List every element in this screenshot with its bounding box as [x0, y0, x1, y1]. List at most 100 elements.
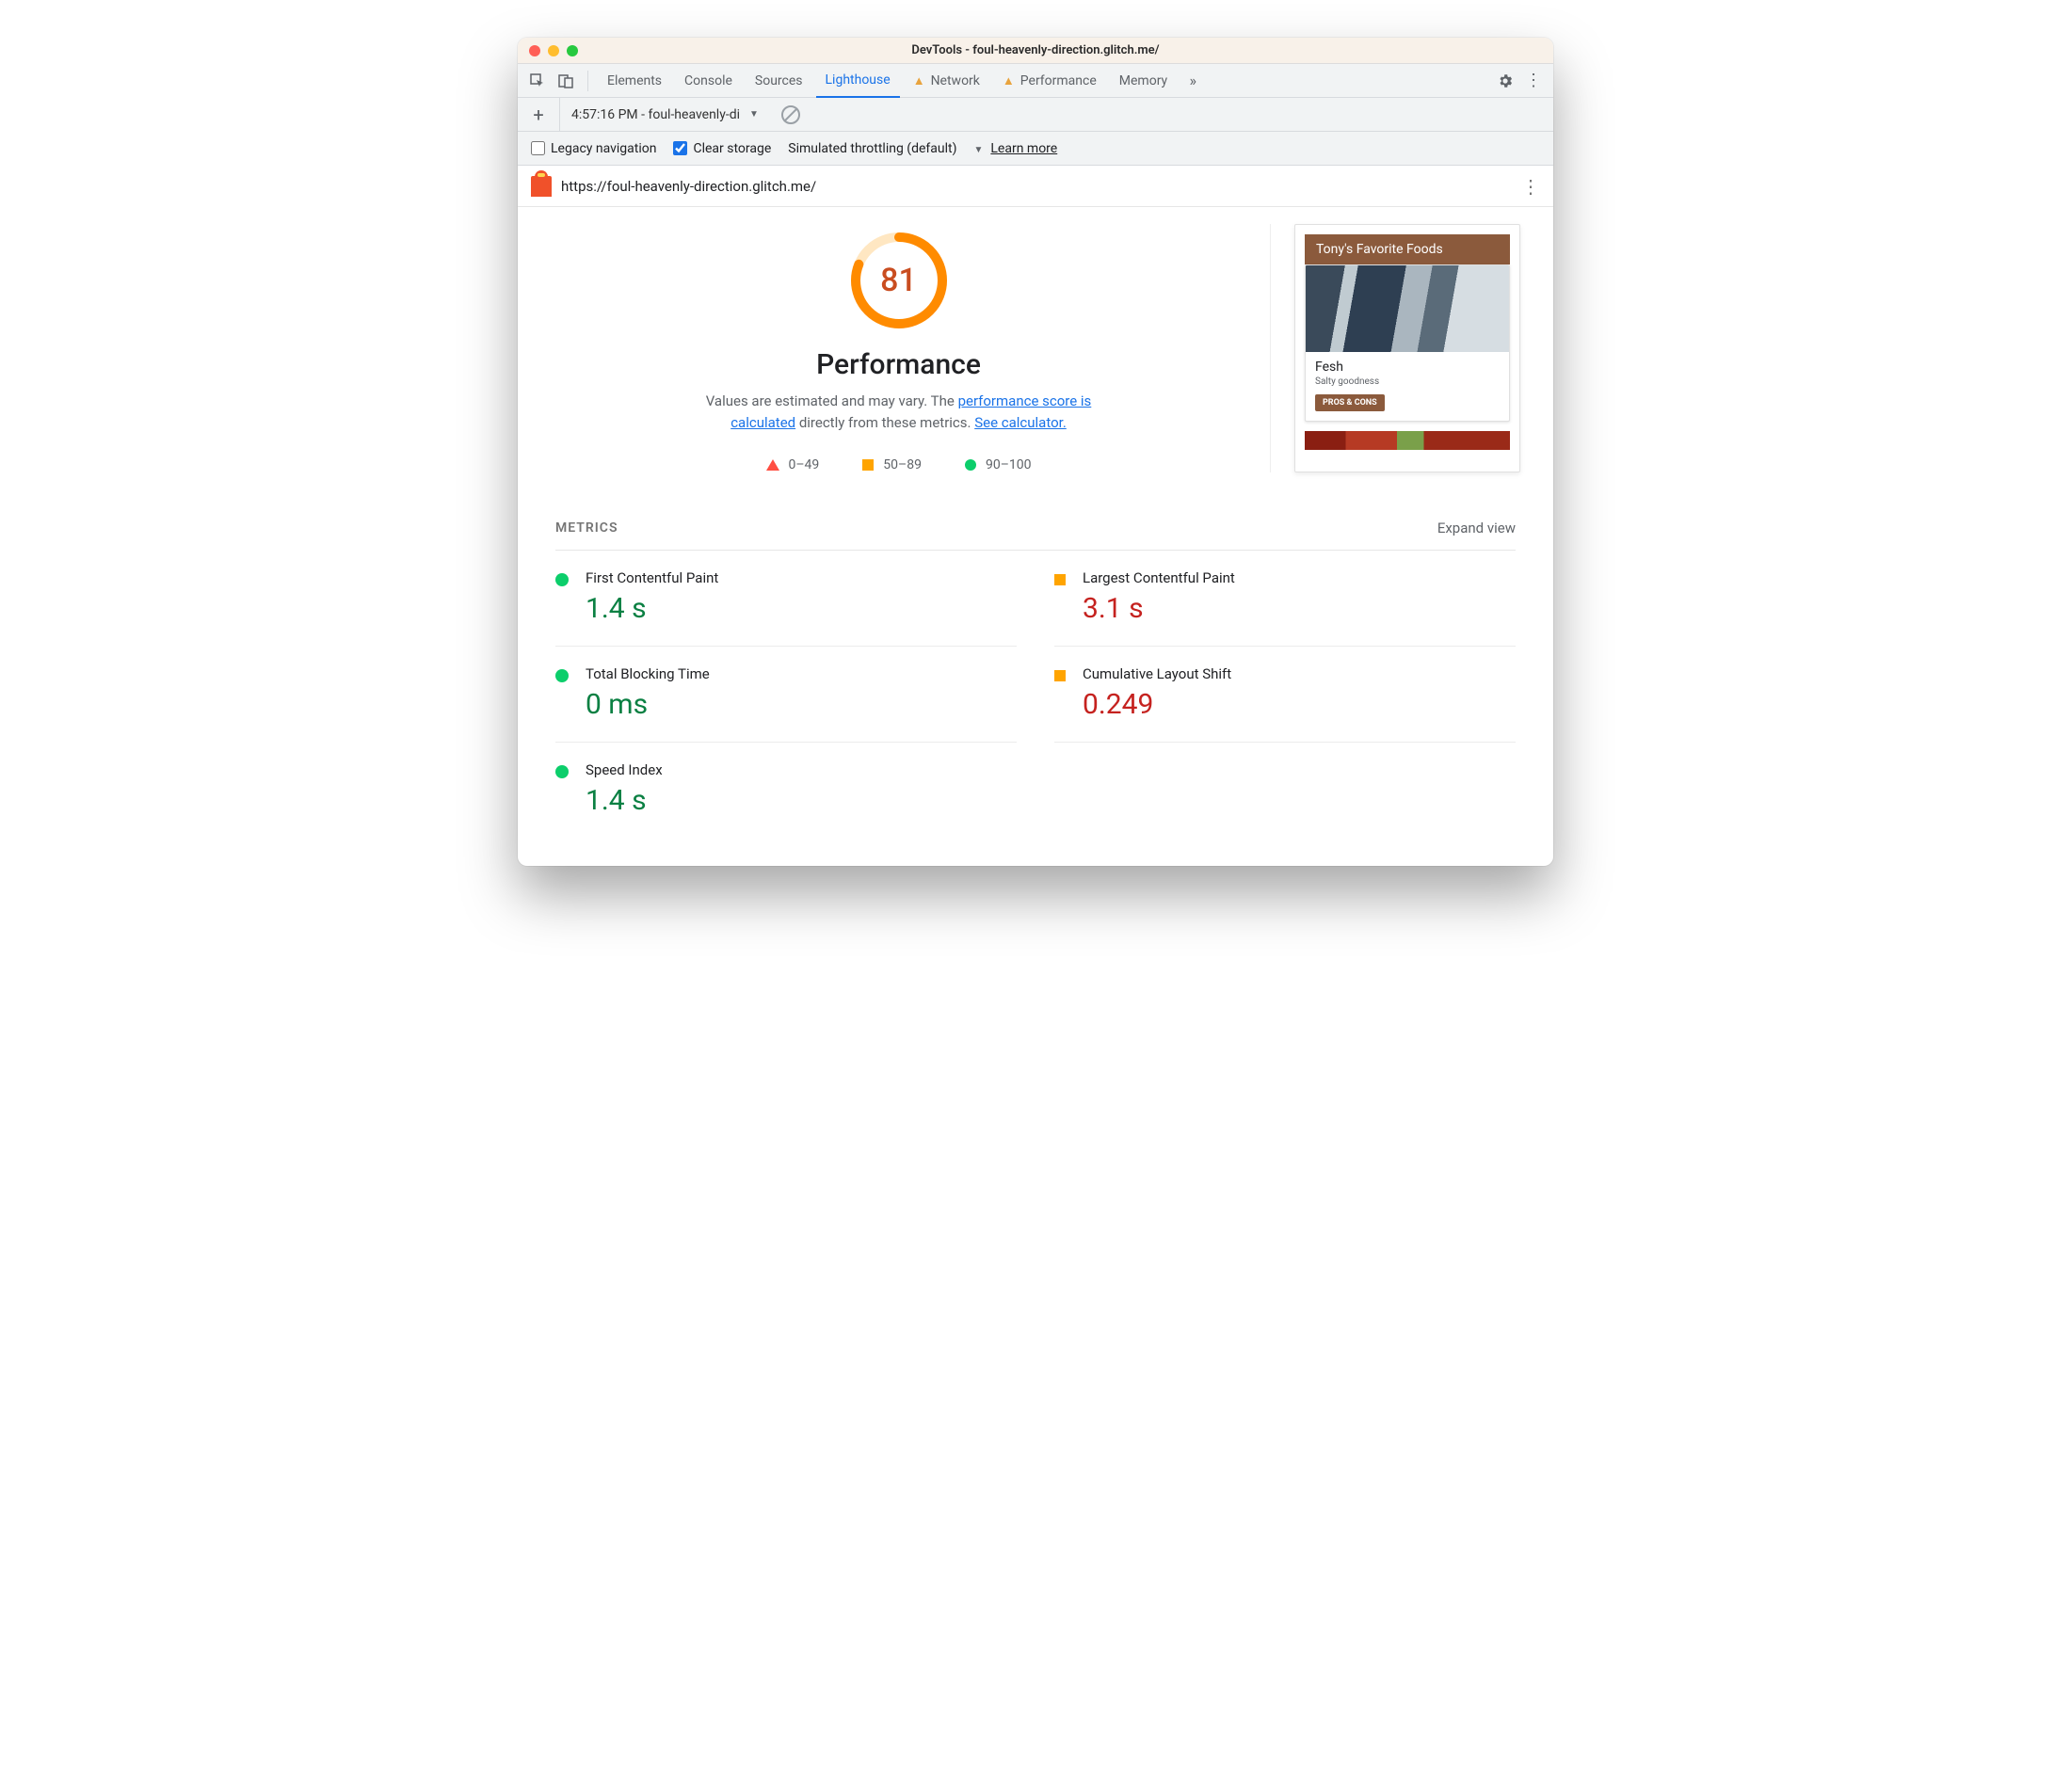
performance-description: Values are estimated and may vary. The p… — [692, 391, 1106, 435]
clear-storage-label: Clear storage — [693, 141, 771, 156]
tab-elements[interactable]: Elements — [598, 64, 671, 98]
legend-label: 90–100 — [986, 457, 1032, 472]
preview-header: Tony's Favorite Foods — [1305, 234, 1510, 264]
metric-label: Largest Contentful Paint — [1083, 569, 1235, 586]
performance-gauge: 81 — [848, 230, 950, 331]
lighthouse-logo-icon — [531, 176, 552, 197]
new-report-button[interactable]: + — [527, 104, 550, 126]
metric-lcp: Largest Contentful Paint 3.1 s — [1054, 551, 1516, 647]
metric-value: 3.1 s — [1083, 592, 1235, 625]
report-summary: 81 Performance Values are estimated and … — [518, 207, 1553, 482]
expand-view-toggle[interactable]: Expand view — [1437, 520, 1516, 536]
metric-value: 0.249 — [1083, 688, 1231, 721]
tab-lighthouse[interactable]: Lighthouse — [816, 64, 900, 98]
legacy-navigation-checkbox[interactable]: Legacy navigation — [531, 141, 656, 156]
gauge-score: 81 — [848, 230, 950, 331]
device-toolbar-icon[interactable] — [554, 69, 578, 93]
legend-average: 50–89 — [862, 457, 922, 472]
preview-item-sub: Salty goodness — [1315, 376, 1500, 387]
preview-strip — [1305, 431, 1510, 450]
titlebar: DevTools - foul-heavenly-direction.glitc… — [518, 38, 1553, 64]
metric-label: First Contentful Paint — [586, 569, 718, 586]
report-preview-panel: Tony's Favorite Foods Fesh Salty goodnes… — [1271, 224, 1525, 472]
kebab-menu-icon[interactable]: ⋮ — [1521, 69, 1546, 93]
report-menu-icon[interactable]: ⋮ — [1521, 175, 1540, 198]
chevron-down-icon: ▼ — [973, 145, 983, 155]
report-selector-label: 4:57:16 PM - foul-heavenly-di — [571, 107, 740, 122]
preview-card: Fesh Salty goodness PROS & CONS — [1305, 264, 1510, 422]
preview-body: Fesh Salty goodness PROS & CONS — [1306, 352, 1509, 421]
square-orange-icon — [862, 459, 874, 471]
tab-performance[interactable]: ▲Performance — [993, 64, 1106, 98]
tab-network[interactable]: ▲ Network — [904, 64, 989, 98]
window-title: DevTools - foul-heavenly-direction.glitc… — [518, 43, 1553, 57]
triangle-red-icon — [766, 459, 779, 471]
legacy-navigation-input[interactable] — [531, 141, 545, 155]
inspect-element-icon[interactable] — [525, 69, 550, 93]
tab-label: Network — [931, 73, 980, 88]
preview-item-name: Fesh — [1315, 360, 1500, 375]
metric-value: 1.4 s — [586, 784, 663, 817]
circle-green-icon — [555, 765, 569, 778]
tab-label: Memory — [1119, 73, 1167, 88]
report-url-row: https://foul-heavenly-direction.glitch.m… — [518, 166, 1553, 207]
preview-image — [1306, 265, 1509, 352]
legacy-navigation-label: Legacy navigation — [551, 141, 656, 156]
circle-green-icon — [555, 669, 569, 682]
tab-sources[interactable]: Sources — [746, 64, 812, 98]
circle-green-icon — [555, 573, 569, 586]
clear-storage-input[interactable] — [673, 141, 687, 155]
report-url: https://foul-heavenly-direction.glitch.m… — [561, 178, 816, 195]
tab-label: Lighthouse — [826, 72, 891, 88]
clear-report-icon[interactable] — [781, 105, 800, 124]
lighthouse-options: Legacy navigation Clear storage Simulate… — [518, 132, 1553, 166]
legend-label: 50–89 — [883, 457, 922, 472]
metric-label: Cumulative Layout Shift — [1083, 665, 1231, 682]
chevron-down-icon: ▼ — [749, 109, 759, 120]
warning-icon: ▲ — [913, 73, 925, 88]
tab-label: Performance — [1020, 73, 1097, 88]
metrics-header: METRICS Expand view — [518, 482, 1553, 544]
metrics-grid: First Contentful Paint 1.4 s Largest Con… — [518, 551, 1553, 866]
legend-pass: 90–100 — [965, 457, 1032, 472]
metric-fcp: First Contentful Paint 1.4 s — [555, 551, 1017, 647]
preview-item-button: PROS & CONS — [1315, 394, 1385, 411]
legend-fail: 0–49 — [766, 457, 820, 472]
lighthouse-toolbar: + 4:57:16 PM - foul-heavenly-di ▼ — [518, 98, 1553, 132]
settings-gear-icon[interactable] — [1493, 69, 1517, 93]
metric-value: 0 ms — [586, 688, 710, 721]
metric-tbt: Total Blocking Time 0 ms — [555, 647, 1017, 743]
tab-label: Elements — [607, 73, 662, 88]
more-tabs-icon[interactable]: » — [1180, 69, 1205, 93]
square-orange-icon — [1054, 574, 1066, 585]
tab-label: Console — [684, 73, 732, 88]
see-calculator-link[interactable]: See calculator. — [974, 414, 1067, 431]
throttle-dropdown[interactable]: ▼ Learn more — [973, 141, 1057, 156]
metric-empty — [1054, 743, 1516, 838]
square-orange-icon — [1054, 670, 1066, 681]
tab-console[interactable]: Console — [675, 64, 742, 98]
metric-cls: Cumulative Layout Shift 0.249 — [1054, 647, 1516, 743]
metric-label: Total Blocking Time — [586, 665, 710, 682]
metric-si: Speed Index 1.4 s — [555, 743, 1017, 838]
clear-storage-checkbox[interactable]: Clear storage — [673, 141, 771, 156]
desc-text: directly from these metrics. — [795, 414, 974, 431]
metric-value: 1.4 s — [586, 592, 718, 625]
tab-memory[interactable]: Memory — [1110, 64, 1177, 98]
learn-more-link[interactable]: Learn more — [990, 141, 1057, 156]
tabbar-divider — [587, 71, 588, 91]
metric-label: Speed Index — [586, 761, 663, 778]
metrics-heading: METRICS — [555, 520, 618, 536]
devtools-tabbar: Elements Console Sources Lighthouse ▲ Net… — [518, 64, 1553, 98]
report-selector[interactable]: 4:57:16 PM - foul-heavenly-di ▼ — [559, 98, 759, 131]
circle-green-icon — [965, 459, 976, 471]
desc-text: Values are estimated and may vary. The — [706, 392, 958, 409]
devtools-window: DevTools - foul-heavenly-direction.glitc… — [518, 38, 1553, 866]
legend-label: 0–49 — [789, 457, 820, 472]
throttle-label: Simulated throttling (default) — [788, 141, 956, 156]
report-score-panel: 81 Performance Values are estimated and … — [546, 224, 1271, 472]
page-preview: Tony's Favorite Foods Fesh Salty goodnes… — [1294, 224, 1520, 472]
performance-heading: Performance — [816, 348, 981, 381]
score-legend: 0–49 50–89 90–100 — [766, 457, 1032, 472]
tab-label: Sources — [755, 73, 803, 88]
